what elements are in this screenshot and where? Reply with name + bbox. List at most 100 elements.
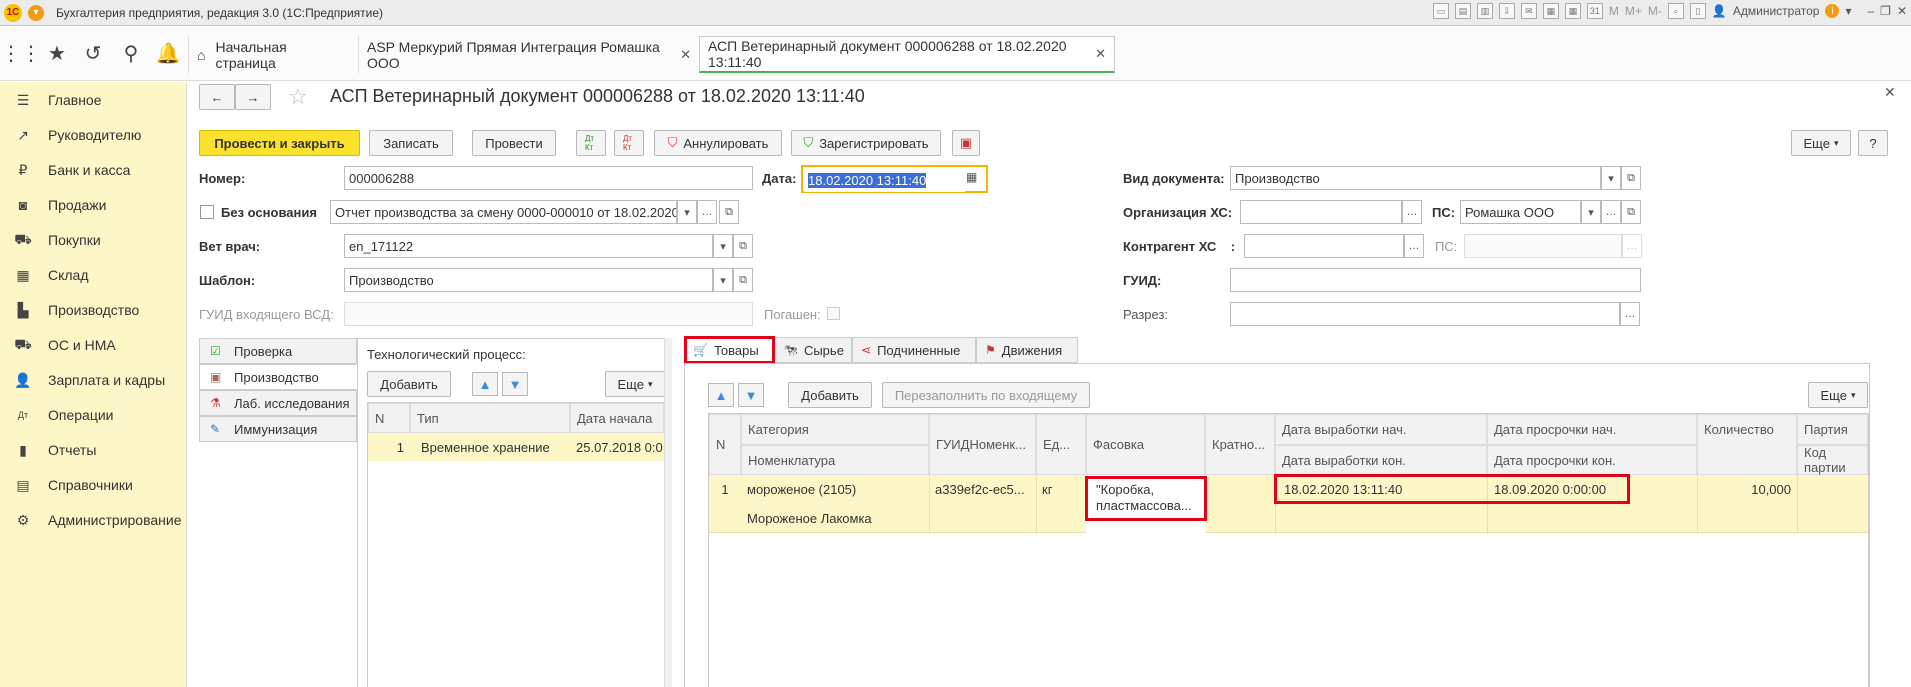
select-ellipsis-button[interactable]: …: [1402, 200, 1422, 224]
col-expiry-start[interactable]: Дата просрочки нач.: [1487, 414, 1697, 445]
memory-plus-button[interactable]: M+: [1625, 4, 1642, 18]
select-ellipsis-button[interactable]: …: [1620, 302, 1640, 326]
close-window-icon[interactable]: ✕: [1897, 4, 1907, 18]
back-button[interactable]: ←: [199, 84, 235, 110]
guid-field[interactable]: [1230, 268, 1641, 292]
info-icon[interactable]: i: [1825, 4, 1840, 18]
col-expiry-end[interactable]: Дата просрочки кон.: [1487, 445, 1697, 475]
tab-mercury-integration[interactable]: ASP Меркурий Прямая Интеграция Ромашка О…: [358, 36, 699, 73]
sidebar-item-reports[interactable]: ▮ Отчеты: [14, 440, 96, 460]
memory-m-button[interactable]: M: [1609, 4, 1619, 18]
close-icon[interactable]: ✕: [1095, 46, 1106, 62]
number-field[interactable]: 000006288: [344, 166, 753, 190]
col-prod-start[interactable]: Дата выработки нач.: [1275, 414, 1487, 445]
select-ellipsis-button[interactable]: …: [697, 200, 717, 224]
favorite-star-icon[interactable]: ☆: [288, 84, 308, 110]
print-icon[interactable]: ▤: [1454, 3, 1471, 19]
dt-kt-red-button[interactable]: Дт Кт: [614, 130, 644, 156]
table-icon[interactable]: ▦: [1564, 3, 1581, 19]
user-name[interactable]: Администратор: [1733, 4, 1820, 18]
apps-grid-icon[interactable]: ⋮⋮: [1, 40, 41, 66]
col-packing[interactable]: Фасовка: [1086, 414, 1205, 475]
col-nomenclature[interactable]: Номенклатура: [741, 445, 929, 475]
sidebar-item-bank[interactable]: ₽ Банк и касса: [14, 160, 131, 180]
vet-field[interactable]: en_171122: [344, 234, 713, 258]
goods-add-button[interactable]: Добавить: [788, 382, 872, 408]
sidebar-item-admin[interactable]: ⚙ Администрирование: [14, 510, 182, 530]
col-guid[interactable]: ГУИДНоменк...: [929, 414, 1036, 475]
contractor-field[interactable]: [1244, 234, 1404, 258]
help-button[interactable]: ?: [1858, 130, 1888, 156]
template-field[interactable]: Производство: [344, 268, 713, 292]
tab-home[interactable]: ⌂ Начальная страница: [188, 36, 358, 73]
more-button[interactable]: Еще ▾: [1791, 130, 1851, 156]
dropdown-button[interactable]: ▾: [1581, 200, 1601, 224]
no-basis-checkbox[interactable]: [200, 205, 214, 219]
date-field[interactable]: 18.02.2020 13:11:40: [804, 168, 965, 192]
minimize-icon[interactable]: –: [1867, 4, 1874, 18]
main-menu-button[interactable]: ▾: [28, 4, 44, 21]
col-category[interactable]: Категория: [741, 414, 929, 445]
spreadsheet-icon[interactable]: ▦: [1542, 3, 1559, 19]
section-field[interactable]: [1230, 302, 1620, 326]
scrollbar[interactable]: [664, 338, 672, 687]
col-multiple[interactable]: Кратно...: [1205, 414, 1275, 475]
move-up-icon[interactable]: ▲: [708, 383, 734, 407]
zoom-icon[interactable]: ⌕: [1667, 3, 1684, 19]
close-icon[interactable]: ✕: [680, 47, 691, 63]
chevron-down-icon[interactable]: ▾: [1845, 4, 1851, 18]
sidebar-item-assets[interactable]: ⛟ ОС и НМА: [14, 335, 116, 355]
panel-icon[interactable]: ▯: [1689, 3, 1706, 19]
sidebar-item-purchases[interactable]: ⛟ Покупки: [14, 230, 100, 250]
post-button[interactable]: Провести: [472, 130, 556, 156]
goods-more-button[interactable]: Еще ▾: [1808, 382, 1868, 408]
bell-icon[interactable]: 🔔: [155, 40, 181, 66]
memory-minus-button[interactable]: M-: [1648, 4, 1662, 18]
post-and-close-button[interactable]: Провести и закрыть: [199, 130, 360, 156]
sidebar-item-operations[interactable]: Дт Операции: [14, 405, 114, 425]
basis-field[interactable]: Отчет производства за смену 0000-000010 …: [330, 200, 677, 224]
restore-icon[interactable]: ❐: [1880, 4, 1891, 18]
save-icon[interactable]: ▭: [1432, 3, 1449, 19]
page-production[interactable]: ▣ Производство: [199, 364, 357, 390]
dropdown-button[interactable]: ▾: [677, 200, 697, 224]
col-n[interactable]: N: [709, 414, 741, 475]
open-link-icon[interactable]: ⧉: [733, 234, 753, 258]
page-check[interactable]: ☑ Проверка: [199, 338, 357, 364]
report-icon[interactable]: ▣: [952, 130, 980, 156]
dt-kt-button[interactable]: Дт Кт: [576, 130, 606, 156]
select-ellipsis-button[interactable]: …: [1601, 200, 1621, 224]
sidebar-item-warehouse[interactable]: ▦ Склад: [14, 265, 88, 285]
col-batch-code[interactable]: Код партии: [1797, 445, 1868, 475]
col-n[interactable]: N: [368, 403, 410, 433]
col-type[interactable]: Тип: [410, 403, 570, 433]
close-form-icon[interactable]: ✕: [1884, 84, 1896, 101]
scrollbar[interactable]: [1869, 363, 1896, 687]
col-unit[interactable]: Ед...: [1036, 414, 1086, 475]
sidebar-item-sales[interactable]: ◙ Продажи: [14, 195, 107, 215]
calendar-icon[interactable]: ▦: [966, 170, 977, 184]
dropdown-button[interactable]: ▾: [1601, 166, 1621, 190]
col-start-date[interactable]: Дата начала: [570, 403, 664, 433]
dropdown-button[interactable]: ▾: [713, 268, 733, 292]
page-lab-research[interactable]: ⚗ Лаб. исследования: [199, 390, 357, 416]
col-batch[interactable]: Партия: [1797, 414, 1868, 445]
tab-movements[interactable]: ⚑ Движения: [976, 337, 1078, 363]
process-add-button[interactable]: Добавить: [367, 371, 451, 397]
history-icon[interactable]: ↺: [80, 40, 106, 66]
open-link-icon[interactable]: ⧉: [733, 268, 753, 292]
sidebar-item-manager[interactable]: ↗ Руководителю: [14, 125, 141, 145]
open-link-icon[interactable]: ⧉: [719, 200, 739, 224]
calendar-icon[interactable]: 31: [1586, 3, 1603, 19]
doc-type-field[interactable]: Производство: [1230, 166, 1601, 190]
process-more-button[interactable]: Еще ▾: [605, 371, 665, 397]
move-down-icon[interactable]: ▼: [738, 383, 764, 407]
tab-subordinate[interactable]: ⋖ Подчиненные: [852, 337, 976, 363]
sidebar-item-catalogs[interactable]: ▤ Справочники: [14, 475, 132, 495]
forward-button[interactable]: →: [235, 84, 271, 110]
col-prod-end[interactable]: Дата выработки кон.: [1275, 445, 1487, 475]
refill-button[interactable]: Перезаполнить по входящему: [882, 382, 1090, 408]
mail-icon[interactable]: ✉: [1520, 3, 1537, 19]
open-link-icon[interactable]: ⧉: [1621, 200, 1641, 224]
page-immunization[interactable]: ✎ Иммунизация: [199, 416, 357, 442]
